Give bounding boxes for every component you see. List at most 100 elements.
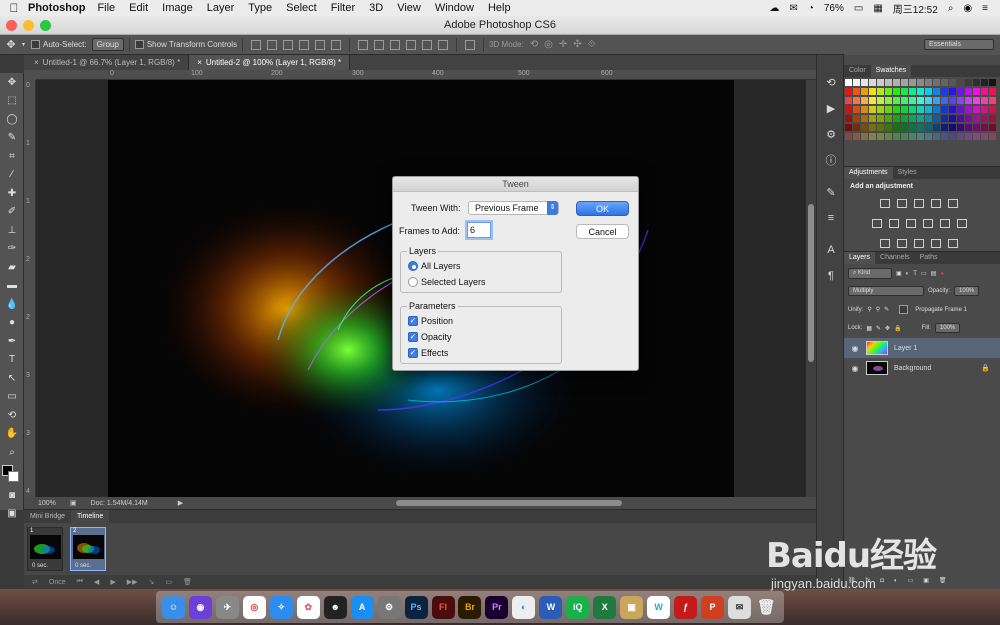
swatch[interactable] [909, 79, 916, 86]
swatch[interactable] [845, 115, 852, 122]
vibrance-icon[interactable] [948, 199, 958, 208]
unify-visibility-icon[interactable]: ⚲ [876, 306, 880, 313]
swatch[interactable] [925, 79, 932, 86]
swatch[interactable] [861, 97, 868, 104]
swatch[interactable] [933, 124, 940, 131]
swatch[interactable] [869, 88, 876, 95]
swatch[interactable] [933, 115, 940, 122]
distribute-left-icon[interactable] [406, 39, 417, 50]
duplicate-frame-icon[interactable]: ▭ [165, 578, 172, 586]
convert-timeline-icon[interactable]: ⇄ [32, 578, 38, 586]
swatch[interactable] [901, 115, 908, 122]
swatch[interactable] [909, 124, 916, 131]
swatch[interactable] [957, 133, 964, 140]
align-right-icon[interactable] [331, 39, 342, 50]
swatch[interactable] [869, 79, 876, 86]
path-selection-tool-icon[interactable]: ↖ [0, 369, 24, 388]
premiere-icon[interactable]: Pr [485, 595, 509, 619]
swatch[interactable] [925, 133, 932, 140]
swatch[interactable] [949, 133, 956, 140]
swatch[interactable] [981, 124, 988, 131]
animation-frame[interactable]: 2 0 sec. [70, 527, 106, 571]
doc-tab-untitled-2[interactable]: × Untitled-2 @ 100% (Layer 1, RGB/8) * [189, 55, 351, 70]
swatch[interactable] [853, 106, 860, 113]
swatch[interactable] [949, 88, 956, 95]
swatch[interactable] [845, 133, 852, 140]
auto-select-dropdown[interactable]: Group [91, 38, 124, 51]
swatch[interactable] [957, 124, 964, 131]
menu-filter[interactable]: Filter [331, 2, 355, 14]
swatch[interactable] [893, 133, 900, 140]
swatch[interactable] [981, 88, 988, 95]
swatch[interactable] [933, 88, 940, 95]
swatch[interactable] [885, 133, 892, 140]
swatch[interactable] [973, 115, 980, 122]
swatch[interactable] [925, 106, 932, 113]
swatch[interactable] [965, 106, 972, 113]
tab-mini-bridge[interactable]: Mini Bridge [24, 510, 71, 523]
photos-icon[interactable]: ✿ [296, 595, 320, 619]
3d-drag-icon[interactable]: ✛ [559, 39, 567, 50]
clone-stamp-tool-icon[interactable]: ⊥ [0, 221, 24, 240]
3d-rotate-icon[interactable]: ⟲ [530, 39, 538, 50]
swatch[interactable] [965, 88, 972, 95]
cancel-button[interactable]: Cancel [576, 224, 629, 239]
invert-icon[interactable] [880, 239, 890, 248]
filter-adjust-icon[interactable]: ◐ [906, 271, 910, 277]
swatch[interactable] [957, 79, 964, 86]
doc-tab-untitled-1[interactable]: × Untitled-1 @ 66.7% (Layer 1, RGB/8) * [26, 55, 190, 70]
safari-icon[interactable]: ✧ [269, 595, 293, 619]
swatch[interactable] [853, 115, 860, 122]
distribute-top-icon[interactable] [358, 39, 369, 50]
swatch[interactable] [989, 124, 996, 131]
iqiyi-icon[interactable]: iQ [566, 595, 590, 619]
swatch[interactable] [869, 106, 876, 113]
swatch[interactable] [917, 124, 924, 131]
swatch[interactable] [861, 115, 868, 122]
swatch[interactable] [909, 133, 916, 140]
swatch[interactable] [957, 88, 964, 95]
swatch[interactable] [989, 88, 996, 95]
swatch[interactable] [869, 97, 876, 104]
flash-icon[interactable]: Fl [431, 595, 455, 619]
swatch[interactable] [877, 88, 884, 95]
prev-frame-icon[interactable]: ◀ [94, 578, 99, 586]
powerpoint-icon[interactable]: P [701, 595, 725, 619]
brush-presets-icon[interactable]: ≡ [817, 205, 845, 231]
hue-saturation-icon[interactable] [872, 219, 882, 228]
swatch[interactable] [941, 106, 948, 113]
color-balance-icon[interactable] [889, 219, 899, 228]
swatch[interactable] [861, 79, 868, 86]
3d-scale-icon[interactable]: ⟐ [588, 39, 596, 50]
align-bottom-icon[interactable] [283, 39, 294, 50]
tween-with-select[interactable]: Previous Frame ⇕ [468, 201, 559, 215]
eraser-tool-icon[interactable]: ▰ [0, 258, 24, 277]
swatch[interactable] [973, 88, 980, 95]
color-lookup-icon[interactable] [957, 219, 967, 228]
3d-tool-icon[interactable]: ⟲ [0, 406, 24, 425]
quick-mask-icon[interactable]: ◙ [0, 486, 24, 505]
move-tool-preset-icon[interactable]: ✥ [0, 38, 22, 51]
opacity-checkbox[interactable]: ✓ Opacity [408, 332, 452, 342]
unify-style-icon[interactable]: ✎ [884, 306, 889, 313]
swatch[interactable] [901, 88, 908, 95]
brush-panel-icon[interactable]: ✎ [817, 179, 845, 205]
swatch[interactable] [949, 79, 956, 86]
swatch[interactable] [853, 88, 860, 95]
dodge-tool-icon[interactable]: ● [0, 314, 24, 333]
align-hcenter-icon[interactable] [315, 39, 326, 50]
move-tool-icon[interactable]: ✥ [0, 73, 24, 92]
swatch[interactable] [861, 106, 868, 113]
swatch[interactable] [885, 88, 892, 95]
swatch[interactable] [981, 115, 988, 122]
zoom-tool-icon[interactable]: ⌕ [0, 443, 24, 462]
swatch[interactable] [965, 115, 972, 122]
properties-panel-icon[interactable]: ⚙ [817, 121, 845, 147]
chrome-icon[interactable]: ◎ [242, 595, 266, 619]
actions-panel-icon[interactable]: ▶ [817, 95, 845, 121]
3d-roll-icon[interactable]: ◎ [544, 39, 553, 50]
distribute-vcenter-icon[interactable] [374, 39, 385, 50]
swatch[interactable] [845, 88, 852, 95]
filter-pixel-icon[interactable]: ▣ [896, 270, 902, 277]
swatch[interactable] [885, 115, 892, 122]
